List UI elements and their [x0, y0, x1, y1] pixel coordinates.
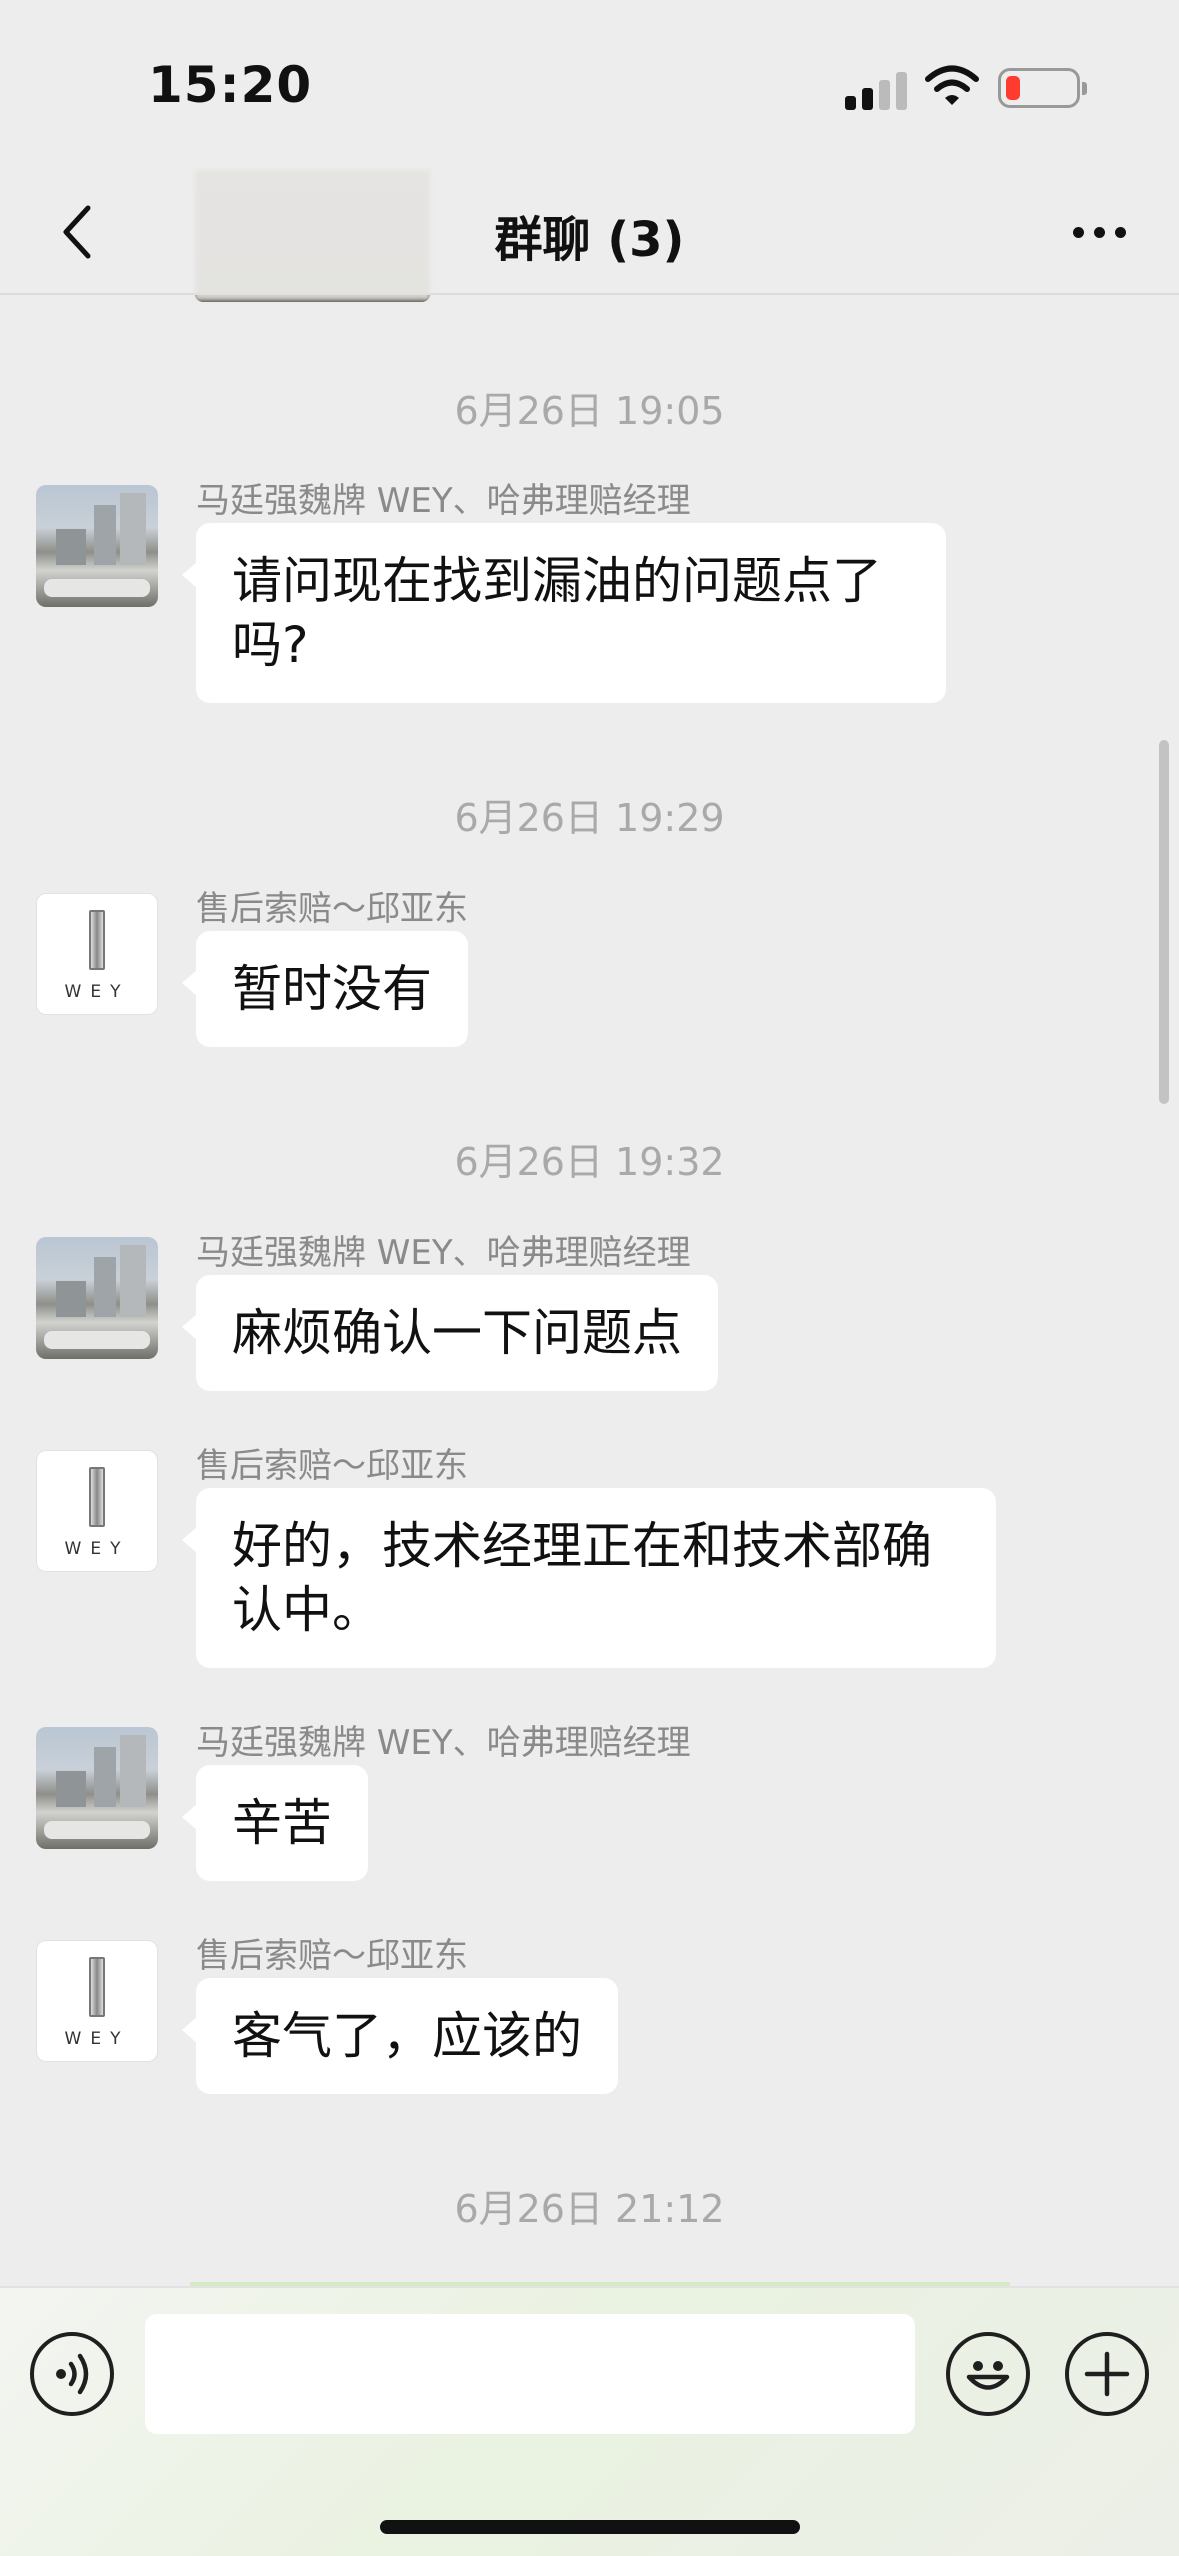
message-text: 好的，技术经理正在和技术部确: [232, 1517, 932, 1575]
message-bubble[interactable]: 客气了，应该的: [182, 1978, 618, 2094]
more-options-button[interactable]: [1059, 200, 1139, 264]
message-text: 辛苦: [232, 1794, 332, 1852]
message-text: 认中。: [232, 1581, 382, 1639]
scrollbar[interactable]: [1159, 740, 1169, 1104]
voice-input-button[interactable]: [30, 2332, 114, 2416]
voice-input-icon: [56, 2353, 89, 2395]
avatar[interactable]: WEY: [36, 893, 158, 1015]
chat-title: 群聊 (3): [494, 212, 685, 268]
message-text: 吗?: [232, 616, 309, 674]
avatar[interactable]: [36, 485, 158, 607]
avatar[interactable]: WEY: [36, 1940, 158, 2062]
chat-screen: 15:20 群聊 (3) 6月26日 19:05 马廷强魏牌 WEY、哈弗理赔经…: [0, 0, 1179, 2556]
message-bubble[interactable]: 请问现在找到漏油的问题点了 吗?: [182, 523, 946, 703]
message-text: 客气了，应该的: [232, 2007, 582, 2065]
message-bubble[interactable]: 好的，技术经理正在和技术部确 认中。: [182, 1488, 996, 1668]
sender-name: 售后索赔～邱亚东: [196, 1936, 468, 1976]
time-divider: 6月26日 19:05: [454, 389, 725, 433]
avatar[interactable]: [36, 1727, 158, 1849]
more-dots-icon: [1072, 226, 1084, 238]
message-list[interactable]: 6月26日 19:05 马廷强魏牌 WEY、哈弗理赔经理 请问现在找到漏油的问题…: [0, 295, 1179, 2285]
time-divider: 6月26日 21:12: [454, 2187, 725, 2231]
message-text: 暂时没有: [232, 960, 432, 1018]
more-functions-button[interactable]: [1065, 2332, 1149, 2416]
sender-name: 马廷强魏牌 WEY、哈弗理赔经理: [196, 1233, 691, 1273]
battery-low-icon: [998, 68, 1087, 108]
emoji-icon: [966, 2361, 1010, 2390]
message-text: 请问现在找到漏油的问题点了: [232, 552, 882, 610]
message-input[interactable]: [145, 2314, 915, 2434]
wey-logo-text: WEY: [64, 1539, 130, 1559]
sender-name: 马廷强魏牌 WEY、哈弗理赔经理: [196, 481, 691, 521]
wifi-icon: [925, 65, 979, 105]
input-bar: [0, 2286, 1179, 2556]
time-divider: 6月26日 19:29: [454, 796, 725, 840]
avatar[interactable]: [36, 1237, 158, 1359]
time-divider: 6月26日 19:32: [454, 1140, 725, 1184]
sender-name: 马廷强魏牌 WEY、哈弗理赔经理: [196, 1723, 691, 1763]
cellular-signal-icon: [845, 70, 907, 110]
sender-name: 售后索赔～邱亚东: [196, 889, 468, 929]
status-time: 15:20: [148, 56, 313, 114]
message-bubble[interactable]: 麻烦确认一下问题点: [182, 1275, 718, 1391]
emoji-button[interactable]: [946, 2332, 1030, 2416]
status-bar: 15:20: [0, 0, 1179, 170]
plus-circle-icon: [1084, 2351, 1130, 2397]
sender-name: 售后索赔～邱亚东: [196, 1446, 468, 1486]
wey-logo-text: WEY: [64, 982, 130, 1002]
navigation-bar: 群聊 (3): [0, 170, 1179, 300]
message-bubble[interactable]: 暂时没有: [182, 931, 468, 1047]
home-indicator[interactable]: [380, 2520, 800, 2534]
message-bubble[interactable]: 辛苦: [182, 1765, 368, 1881]
avatar[interactable]: WEY: [36, 1450, 158, 1572]
message-text: 麻烦确认一下问题点: [232, 1304, 682, 1362]
wey-logo-text: WEY: [64, 2029, 130, 2049]
